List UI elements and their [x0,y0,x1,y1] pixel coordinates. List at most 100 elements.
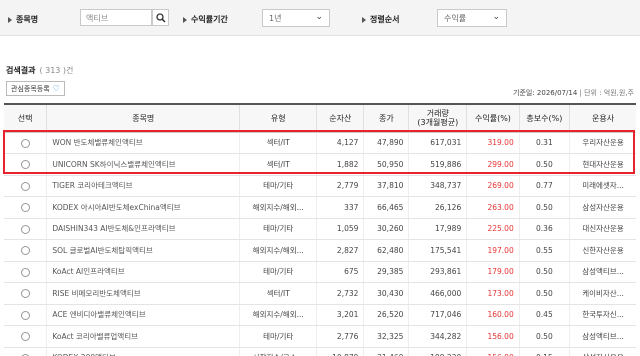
table-header-row: 선택 종목명 유형 순자산 종가 거래량 (3개월평균) 수익률(%) 총보수(… [4,103,636,133]
etf-net-assets: 10,879 [316,347,365,356]
col-net-assets[interactable]: 순자산 [316,103,365,133]
search-icon [155,12,166,23]
row-select-radio[interactable] [20,289,30,298]
etf-manager: 삼성자산운용 [569,196,636,219]
etf-name-link[interactable]: KoAct 코리아밸류업액티브 [46,325,241,348]
etf-manager: 삼성자산운용 [569,347,636,356]
unit-label: | 단위 : 억원,원,주 [579,89,634,97]
etf-name-link[interactable]: SOL 글로벌AI반도체탑픽액티브 [46,239,241,262]
col-manager[interactable]: 운용사 [569,103,636,133]
etf-net-assets: 4,127 [316,132,365,154]
row-select-radio[interactable] [20,224,30,234]
table-row[interactable]: TIGER 코리아테크액티브 테마/기타 2,779 37,810 348,737 269… [4,175,636,197]
col-return[interactable]: 수익률(%) [466,103,520,133]
row-select-cell [4,347,48,356]
etf-return: 179.00 [466,261,520,283]
table-row[interactable]: DAISHIN343 AI반도체&인프라액티브 테마/기타 1,059 30,260 1… [4,218,636,240]
etf-name-link[interactable]: KODEX 아시아AI반도체exChina액티브 [46,196,241,219]
row-select-cell [4,132,48,154]
etf-volume: 199,220 [408,347,468,356]
table-row[interactable]: KODEX 아시아AI반도체exChina액티브 해외지수/해외... 337 66,… [4,196,636,219]
row-select-cell [4,325,48,348]
filter-bar: 종목명 액티브 수익률기간 1년 ⌄ 정렬순서 수익률 ⌄ [0,0,640,36]
etf-volume: 717,046 [408,304,468,326]
etf-manager: 우리자산운용 [569,132,636,154]
etf-name-link[interactable]: DAISHIN343 AI반도체&인프라액티브 [46,218,241,240]
col-fee[interactable]: 총보수(%) [519,103,571,133]
etf-name-link[interactable]: WON 반도체밸류체인액티브 [46,132,241,154]
etf-name-link[interactable]: RISE 비메모리반도체액티브 [46,282,241,305]
row-select-cell [4,153,48,176]
name-search-input[interactable]: 액티브 [80,9,152,26]
row-select-radio[interactable] [20,181,30,191]
etf-close: 37,810 [363,175,410,197]
table-row[interactable]: KoAct AI인프라액티브 테마/기타 675 29,385 293,861 179.0… [4,261,636,283]
col-name[interactable]: 종목명 [46,103,241,133]
chevron-down-icon: ⌄ [492,12,500,22]
row-select-cell [4,261,48,283]
row-select-radio[interactable] [20,267,30,277]
row-select-radio[interactable] [20,310,30,320]
etf-fee: 0.31 [519,132,571,154]
search-button[interactable] [152,9,169,26]
etf-close: 47,890 [363,132,410,154]
etf-close: 30,260 [363,218,410,240]
etf-type: 테마/기타 [239,261,318,283]
etf-manager: 삼성액티브... [569,261,636,283]
etf-close: 32,325 [363,325,410,348]
etf-name-link[interactable]: ACE 엔비디아밸류체인액티브 [46,304,241,326]
etf-fee: 0.45 [519,304,571,326]
etf-volume: 175,541 [408,239,468,262]
period-select[interactable]: 1년 ⌄ [262,9,330,27]
table-row[interactable]: KODEX 200액티브시장지수/코스...10,87931,460199,22… [4,347,636,356]
etf-volume: 466,000 [408,282,468,305]
etf-type: 해외지수/해외... [239,196,318,219]
etf-type: 테마/기타 [239,325,318,348]
table-row[interactable]: WON 반도체밸류체인액티브 섹터/IT 4,127 47,890 617,031 319… [4,132,636,154]
table-row[interactable]: SOL 글로벌AI반도체탑픽액티브 해외지수/해외... 2,827 62,480 17… [4,239,636,262]
etf-name-link[interactable]: UNICORN SK하이닉스밸류체인액티브 [46,153,241,176]
etf-name-link[interactable]: TIGER 코리아테크액티브 [46,175,241,197]
row-select-radio[interactable] [20,332,30,341]
table-row[interactable]: RISE 비메모리반도체액티브 섹터/IT 2,732 30,430 466,000 17… [4,282,636,305]
etf-fee: 0.36 [519,218,571,240]
add-favorite-button[interactable]: 관심종목등록 ♡ [6,81,65,96]
col-volume-label: 거래량 (3개월평균) [417,109,459,128]
etf-type: 해외지수/해외... [239,304,318,326]
col-close[interactable]: 종가 [363,103,410,133]
row-select-radio[interactable] [20,138,30,148]
etf-close: 66,465 [363,196,410,219]
row-select-cell [4,175,48,197]
etf-volume: 348,737 [408,175,468,197]
result-title: 검색결과( 313 )건 [6,66,74,75]
row-select-radio[interactable] [20,160,30,169]
etf-name-link[interactable]: KoAct AI인프라액티브 [46,261,241,283]
etf-type: 시장지수/코스... [239,347,318,356]
etf-volume: 26,126 [408,196,468,219]
etf-volume: 344,282 [408,325,468,348]
etf-net-assets: 675 [316,261,365,283]
etf-close: 31,460 [363,347,410,356]
etf-close: 26,520 [363,304,410,326]
row-select-radio[interactable] [20,246,30,255]
table-row[interactable]: KoAct 코리아밸류업액티브 테마/기타 2,776 32,325 344,282 15… [4,325,636,348]
etf-return: 160.00 [466,304,520,326]
sort-select[interactable]: 수익률 ⌄ [437,9,507,27]
period-filter-label: 수익률기간 [183,14,228,25]
row-select-radio[interactable] [20,203,30,212]
etf-type: 해외지수/해외... [239,239,318,262]
etf-fee: 0.50 [519,261,571,283]
etf-net-assets: 1,882 [316,153,365,176]
row-select-cell [4,218,48,240]
etf-return: 319.00 [466,132,520,154]
table-row[interactable]: ACE 엔비디아밸류체인액티브 해외지수/해외... 3,201 26,520 717,… [4,304,636,326]
etf-net-assets: 2,779 [316,175,365,197]
etf-type: 테마/기타 [239,218,318,240]
col-volume[interactable]: 거래량 (3개월평균) [408,103,468,133]
table-row[interactable]: UNICORN SK하이닉스밸류체인액티브 섹터/IT 1,882 50,950 519… [4,153,636,176]
col-type[interactable]: 유형 [239,103,318,133]
etf-return: 197.00 [466,239,520,262]
etf-type: 테마/기타 [239,175,318,197]
etf-manager: 한국투자신... [569,304,636,326]
etf-name-link[interactable]: KODEX 200액티브 [46,347,241,356]
